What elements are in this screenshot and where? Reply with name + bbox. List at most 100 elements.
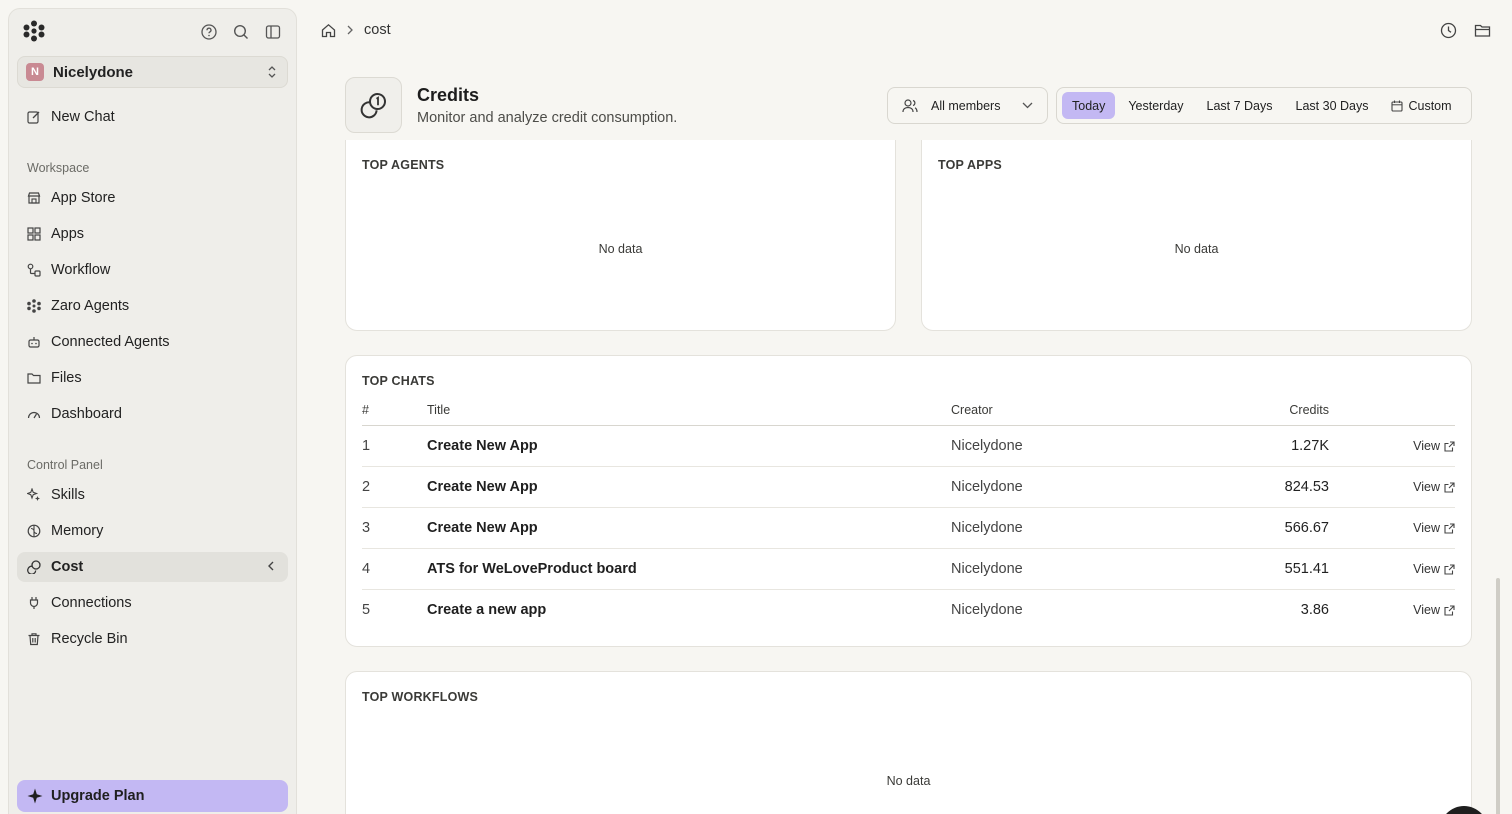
range-today-button[interactable]: Today <box>1062 92 1116 119</box>
row-creator: Nicelydone <box>951 602 1023 618</box>
credits-page-icon <box>345 77 402 133</box>
external-link-icon <box>1440 522 1455 534</box>
breadcrumb: cost <box>321 22 391 38</box>
home-icon[interactable] <box>321 23 336 38</box>
sparkle-icon <box>27 488 41 502</box>
sparkle-icon <box>27 788 43 804</box>
view-link[interactable]: View <box>1413 521 1455 535</box>
row-credits: 566.67 <box>1284 520 1329 536</box>
table-row: 1 Create New App Nicelydone 1.27K View <box>362 426 1455 467</box>
new-chat-label: New Chat <box>51 109 115 125</box>
workspace-avatar: N <box>26 63 44 81</box>
view-label: View <box>1413 480 1440 494</box>
sidebar-item-label: Connections <box>51 595 132 611</box>
edit-icon <box>27 110 41 124</box>
row-creator: Nicelydone <box>951 438 1023 454</box>
sidebar-item-recycle-bin[interactable]: Recycle Bin <box>17 624 288 654</box>
gauge-icon <box>27 407 41 421</box>
sidebar-header <box>9 9 296 55</box>
sidebar-item-workflow[interactable]: Workflow <box>17 255 288 285</box>
chevron-down-icon <box>1022 102 1033 109</box>
sidebar-item-label: Apps <box>51 226 85 242</box>
sidebar-item-label: Memory <box>51 523 104 539</box>
column-credits: Credits <box>1289 403 1329 417</box>
new-chat-button[interactable]: New Chat <box>17 102 288 132</box>
view-link[interactable]: View <box>1413 603 1455 617</box>
row-credits: 551.41 <box>1284 561 1329 577</box>
sidebar-item-connections[interactable]: Connections <box>17 588 288 618</box>
row-creator: Nicelydone <box>951 479 1023 495</box>
top-agents-empty: No data <box>598 242 643 256</box>
top-agents-card: TOP AGENTS No data <box>345 140 896 331</box>
page-scrollbar[interactable] <box>1496 578 1500 814</box>
sidebar-item-zaro-agents[interactable]: Zaro Agents <box>17 291 288 321</box>
row-creator: Nicelydone <box>951 561 1023 577</box>
workflow-icon <box>27 263 41 277</box>
sidebar-item-cost[interactable]: Cost <box>17 552 288 582</box>
logo-icon[interactable] <box>23 20 45 42</box>
sidebar-item-label: Workflow <box>51 262 111 278</box>
range-custom-button[interactable]: Custom <box>1381 92 1461 119</box>
chevron-right-icon <box>346 25 354 35</box>
range-custom-label: Custom <box>1408 98 1452 113</box>
sidebar-item-apps[interactable]: Apps <box>17 219 288 249</box>
sidebar-item-label: Connected Agents <box>51 334 170 350</box>
top-workflows-title: TOP WORKFLOWS <box>362 690 479 704</box>
view-link[interactable]: View <box>1413 562 1455 576</box>
row-credits: 3.86 <box>1300 602 1329 618</box>
top-apps-empty: No data <box>1174 242 1219 256</box>
sidebar-item-skills[interactable]: Skills <box>17 480 288 510</box>
workspace-selector[interactable]: N Nicelydone <box>17 56 288 88</box>
external-link-icon <box>1440 481 1455 493</box>
external-link-icon <box>1440 604 1455 616</box>
help-icon[interactable] <box>200 23 218 41</box>
chevron-left-icon[interactable] <box>266 560 276 572</box>
sidebar-item-connected-agents[interactable]: Connected Agents <box>17 327 288 357</box>
row-title: ATS for WeLoveProduct board <box>427 561 637 577</box>
column-creator: Creator <box>951 403 993 417</box>
top-workflows-card: TOP WORKFLOWS No data <box>345 671 1472 814</box>
users-icon <box>902 98 918 113</box>
page-subtitle: Monitor and analyze credit consumption. <box>417 110 678 126</box>
range-last-30-days-button[interactable]: Last 30 Days <box>1286 92 1379 119</box>
range-yesterday-button[interactable]: Yesterday <box>1118 92 1193 119</box>
table-row: 5 Create a new app Nicelydone 3.86 View <box>362 590 1455 631</box>
row-credits: 824.53 <box>1284 479 1329 495</box>
sidebar: N Nicelydone New Chat Workspace App Stor… <box>8 8 297 814</box>
sidebar-item-files[interactable]: Files <box>17 363 288 393</box>
top-chats-card: TOP CHATS # Title Creator Credits 1 Crea… <box>345 355 1472 647</box>
table-header: # Title Creator Credits <box>362 403 1455 426</box>
upgrade-plan-label: Upgrade Plan <box>51 788 145 804</box>
row-num: 5 <box>362 602 371 618</box>
sidebar-item-memory[interactable]: Memory <box>17 516 288 546</box>
upgrade-plan-button[interactable]: Upgrade Plan <box>17 780 288 812</box>
breadcrumb-current: cost <box>364 22 391 38</box>
member-filter-select[interactable]: All members <box>887 87 1048 124</box>
trash-icon <box>27 632 41 646</box>
brain-icon <box>27 524 41 538</box>
sidebar-item-app-store[interactable]: App Store <box>17 183 288 213</box>
view-link[interactable]: View <box>1413 439 1455 453</box>
folder-open-icon[interactable] <box>1474 22 1492 40</box>
top-chats-title: TOP CHATS <box>362 374 435 388</box>
top-apps-card: TOP APPS No data <box>921 140 1472 331</box>
row-num: 2 <box>362 479 371 495</box>
workspace-section-label: Workspace <box>27 161 90 175</box>
table-row: 4 ATS for WeLoveProduct board Nicelydone… <box>362 549 1455 590</box>
top-workflows-empty: No data <box>886 774 931 788</box>
search-icon[interactable] <box>232 23 250 41</box>
view-link[interactable]: View <box>1413 480 1455 494</box>
sidebar-item-label: Recycle Bin <box>51 631 128 647</box>
top-actions <box>1440 22 1492 40</box>
range-last-7-days-button[interactable]: Last 7 Days <box>1197 92 1283 119</box>
sidebar-item-label: Files <box>51 370 82 386</box>
agents-icon <box>27 299 41 313</box>
history-icon[interactable] <box>1440 22 1458 40</box>
row-title: Create New App <box>427 479 538 495</box>
sidebar-item-dashboard[interactable]: Dashboard <box>17 399 288 429</box>
sidebar-toggle-icon[interactable] <box>264 23 282 41</box>
row-credits: 1.27K <box>1291 438 1329 454</box>
sidebar-item-label: Dashboard <box>51 406 122 422</box>
calendar-icon <box>1391 100 1404 112</box>
row-title: Create a new app <box>427 602 547 618</box>
